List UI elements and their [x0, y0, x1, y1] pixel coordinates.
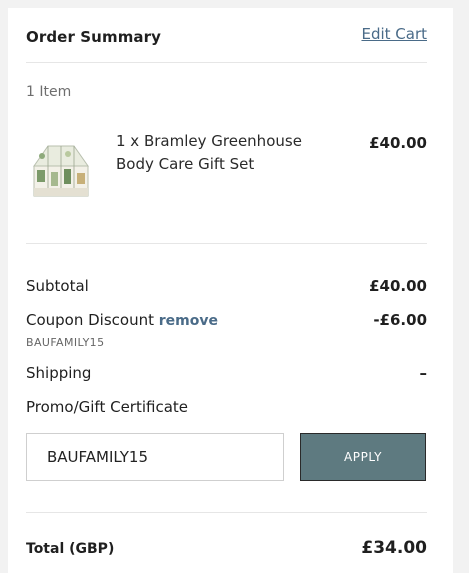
divider	[26, 243, 427, 244]
coupon-label-group: Coupon Discount remove	[26, 311, 218, 329]
total-row: Total (GBP) £34.00	[26, 538, 427, 558]
coupon-row: Coupon Discount remove -£6.00	[26, 311, 427, 329]
edit-cart-link[interactable]: Edit Cart	[361, 25, 427, 43]
subtotal-row: Subtotal £40.00	[26, 277, 427, 295]
coupon-remove-link[interactable]: remove	[159, 313, 218, 329]
product-name[interactable]: 1 x Bramley Greenhouse Body Care Gift Se…	[116, 130, 336, 176]
divider	[26, 512, 427, 513]
subtotal-label: Subtotal	[26, 277, 89, 295]
cart-item: 1 x Bramley Greenhouse Body Care Gift Se…	[26, 130, 427, 210]
product-price: £40.00	[369, 134, 427, 152]
promo-label: Promo/Gift Certificate	[26, 398, 189, 416]
total-label: Total (GBP)	[26, 541, 115, 557]
order-summary-panel: Order Summary Edit Cart 1 Item 1 x Braml…	[8, 8, 453, 573]
total-value: £34.00	[361, 538, 427, 558]
product-thumbnail	[33, 145, 89, 197]
coupon-code: BAUFAMILY15	[26, 336, 105, 349]
coupon-value: -£6.00	[373, 311, 427, 329]
apply-button[interactable]: APPLY	[300, 433, 426, 481]
shipping-label: Shipping	[26, 364, 92, 382]
divider	[26, 62, 427, 63]
coupon-label: Coupon Discount	[26, 311, 154, 329]
subtotal-value: £40.00	[369, 277, 427, 295]
shipping-value: –	[419, 364, 428, 382]
item-count: 1 Item	[26, 84, 72, 100]
order-summary-title: Order Summary	[26, 28, 162, 46]
promo-code-input[interactable]	[26, 433, 284, 481]
promo-row: Promo/Gift Certificate	[26, 398, 427, 416]
shipping-row: Shipping –	[26, 364, 427, 382]
